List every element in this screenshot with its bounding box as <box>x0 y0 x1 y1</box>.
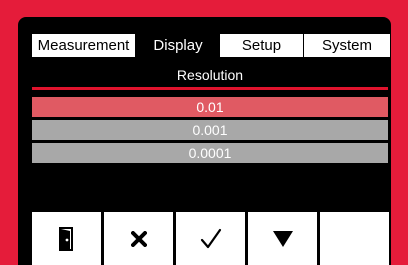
cancel-button[interactable] <box>104 212 173 265</box>
confirm-button[interactable] <box>176 212 245 265</box>
option-resolution-0-01[interactable]: 0.01 <box>32 97 388 117</box>
option-resolution-0-001[interactable]: 0.001 <box>32 120 388 140</box>
title-divider <box>32 87 388 90</box>
tab-measurement[interactable]: Measurement <box>32 34 136 57</box>
tab-system[interactable]: System <box>304 34 390 57</box>
page-title: Resolution <box>176 67 244 83</box>
tab-setup[interactable]: Setup <box>220 34 304 57</box>
down-button[interactable] <box>248 212 317 265</box>
down-arrow-icon <box>272 230 294 248</box>
tab-display[interactable]: Display <box>136 34 220 57</box>
option-resolution-0-0001[interactable]: 0.0001 <box>32 143 388 163</box>
confirm-check-icon <box>200 228 222 250</box>
tab-bar: Measurement Display Setup System <box>32 34 390 57</box>
exit-door-icon <box>58 226 75 251</box>
softkey-bar <box>32 212 390 265</box>
cancel-x-icon <box>130 230 147 247</box>
blank-softkey[interactable] <box>320 212 389 265</box>
exit-button[interactable] <box>32 212 101 265</box>
